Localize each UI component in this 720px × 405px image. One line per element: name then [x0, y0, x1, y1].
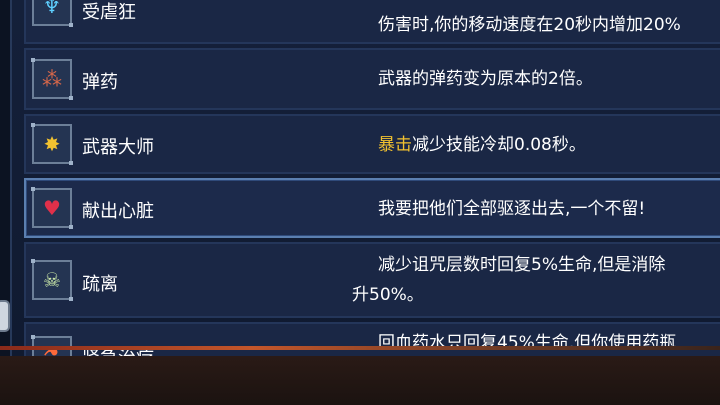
mutator-row[interactable]: ⚗ 紧急治疗 回血药水只回复45%生命,但你使用药瓶 — [24, 322, 720, 356]
weapon-master-icon: ✸ — [31, 123, 73, 165]
crit-keyword: 暴击 — [378, 135, 412, 155]
ammo-icon: ⁂ — [31, 58, 73, 100]
heart-icon: ♥ — [31, 187, 73, 229]
mutator-description: 武器的弹药变为原本的2倍。 — [378, 69, 593, 89]
mutator-list-panel: ♆ 受虐狂 伤害时,你的移动速度在20秒内增加20% ⁂ 弹药 武器的弹药变为原… — [10, 0, 720, 356]
mutator-name: 疏离 — [82, 274, 118, 295]
mutator-row[interactable]: ☠ 疏离 减少诅咒层数时回复5%生命,但是消除 升50%。 — [24, 242, 720, 318]
mutator-description-line2: 升50%。 — [352, 285, 424, 305]
mutator-row[interactable]: ⁂ 弹药 武器的弹药变为原本的2倍。 — [24, 48, 720, 110]
mutator-name: 献出心脏 — [82, 201, 154, 222]
scrollbar-handle[interactable] — [0, 300, 10, 332]
divider — [0, 346, 720, 350]
mutator-description: 回血药水只回复45%生命,但你使用药瓶 — [378, 333, 677, 353]
mutator-description: 暴击减少技能冷却0.08秒。 — [378, 130, 586, 160]
mutator-row[interactable]: ♆ 受虐狂 伤害时,你的移动速度在20秒内增加20% — [24, 0, 720, 44]
mutator-name: 弹药 — [82, 72, 118, 93]
mutator-description-text: 减少技能冷却0.08秒。 — [412, 135, 586, 155]
mutator-description: 伤害时,你的移动速度在20秒内增加20% — [378, 15, 681, 35]
bottom-bar — [0, 356, 720, 405]
skull-icon: ☠ — [31, 259, 73, 301]
masochist-icon: ♆ — [32, 0, 73, 27]
mutator-name: 受虐狂 — [82, 2, 136, 23]
mutator-description-line1: 减少诅咒层数时回复5%生命,但是消除 — [378, 255, 666, 275]
mutator-name: 武器大师 — [82, 137, 154, 158]
mutator-row[interactable]: ✸ 武器大师 暴击减少技能冷却0.08秒。 — [24, 114, 720, 174]
mutator-description: 我要把他们全部驱逐出去,一个不留! — [378, 199, 646, 219]
mutator-row-selected[interactable]: ♥ 献出心脏 我要把他们全部驱逐出去,一个不留! — [24, 178, 720, 238]
